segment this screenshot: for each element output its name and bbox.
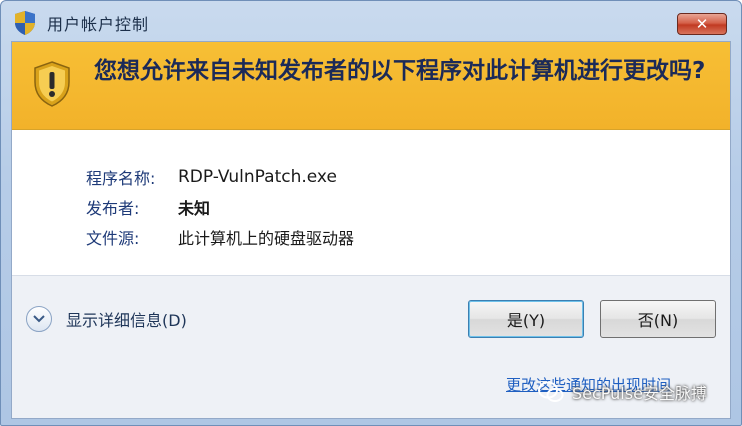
program-name-row: 程序名称: RDP-VulnPatch.exe xyxy=(86,162,354,192)
file-source-row: 文件源: 此计算机上的硬盘驱动器 xyxy=(86,222,354,252)
watermark: SecPulse安全脉搏 xyxy=(538,380,707,404)
close-button[interactable]: ✕ xyxy=(677,13,727,35)
publisher-row: 发布者: 未知 xyxy=(86,192,354,222)
file-source-label: 文件源: xyxy=(86,229,140,248)
warning-shield-icon xyxy=(34,61,70,107)
close-icon: ✕ xyxy=(695,15,709,33)
no-button[interactable]: 否(N) xyxy=(600,300,716,338)
chevron-down-icon[interactable] xyxy=(26,306,52,332)
publisher-value: 未知 xyxy=(178,199,211,218)
dialog-client-area: 您想允许来自未知发布者的以下程序对此计算机进行更改吗? 程序名称: RDP-Vu… xyxy=(11,41,731,419)
file-source-value: 此计算机上的硬盘驱动器 xyxy=(178,229,355,248)
uac-question: 您想允许来自未知发布者的以下程序对此计算机进行更改吗? xyxy=(94,58,706,84)
uac-dialog-window: 用户帐户控制 ✕ 您想允许来自未知发布者的以下程序对此计算机进行更改吗? 程序名… xyxy=(0,0,742,426)
yes-button[interactable]: 是(Y) xyxy=(468,300,584,338)
uac-shield-icon xyxy=(15,11,35,35)
window-title: 用户帐户控制 xyxy=(47,15,150,34)
program-name-value: RDP-VulnPatch.exe xyxy=(178,167,337,187)
warning-banner: 您想允许来自未知发布者的以下程序对此计算机进行更改吗? xyxy=(12,42,730,130)
wechat-icon xyxy=(538,381,564,402)
show-details-label[interactable]: 显示详细信息(D) xyxy=(66,307,187,331)
publisher-label: 发布者: xyxy=(86,199,140,218)
program-name-label: 程序名称: xyxy=(86,169,156,188)
watermark-text: SecPulse安全脉搏 xyxy=(572,384,707,403)
show-details-toggle[interactable]: 显示详细信息(D) xyxy=(26,306,187,332)
title-bar: 用户帐户控制 ✕ xyxy=(1,1,741,41)
program-info: 程序名称: RDP-VulnPatch.exe 发布者: 未知 文件源: 此计算… xyxy=(86,162,354,252)
